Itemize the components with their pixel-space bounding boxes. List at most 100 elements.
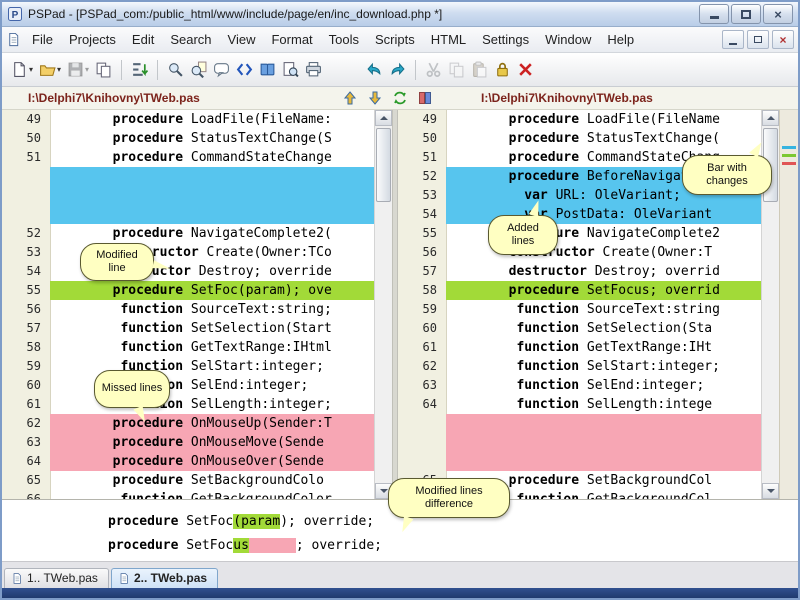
scroll-up-icon[interactable] — [375, 110, 392, 126]
new-file-button[interactable]: ▾ — [9, 58, 35, 82]
previous-difference-button[interactable] — [342, 90, 358, 106]
scroll-down-icon[interactable] — [762, 483, 779, 499]
left-code-area[interactable]: 49 procedure LoadFile(FileName: 50 proced… — [2, 110, 374, 499]
file-tabbar: 1.. TWeb.pas 2.. TWeb.pas — [2, 561, 798, 588]
code-text[interactable]: function GetBackgroundColor — [50, 490, 374, 499]
code-text[interactable]: procedure SetFoc(param); ove — [50, 281, 374, 300]
file-tab-1[interactable]: 1.. TWeb.pas — [4, 568, 109, 588]
menu-item-window[interactable]: Window — [537, 28, 599, 51]
code-text[interactable]: function GetTextRange:IHt — [446, 338, 761, 357]
menu-item-scripts[interactable]: Scripts — [367, 28, 423, 51]
redo-button[interactable] — [387, 58, 408, 82]
code-text[interactable]: function SetSelection(Start — [50, 319, 374, 338]
print-button[interactable] — [303, 58, 324, 82]
code-text[interactable]: procedure CommandStateChange — [50, 148, 374, 167]
left-code-line-55: 55 procedure SetFoc(param); ove — [2, 281, 374, 300]
scroll-up-icon[interactable] — [762, 110, 779, 126]
html-tags-button[interactable] — [234, 58, 255, 82]
code-text[interactable]: procedure SetFocus; overrid — [446, 281, 761, 300]
right-code-line-54: 54 var PostData: OleVariant — [398, 205, 761, 224]
code-text[interactable]: procedure LoadFile(FileName — [446, 110, 761, 129]
minimize-button[interactable] — [699, 4, 729, 24]
code-text[interactable] — [50, 167, 374, 224]
line-number: 60 — [422, 321, 437, 335]
left-file-path: I:\Delphi7\Knihovny\TWeb.pas — [28, 91, 200, 105]
menu-item-edit[interactable]: Edit — [124, 28, 162, 51]
left-scrollbar[interactable] — [374, 110, 392, 499]
menu-item-settings[interactable]: Settings — [474, 28, 537, 51]
code-text[interactable]: function SourceText:string — [446, 300, 761, 319]
maximize-button[interactable] — [731, 4, 761, 24]
menu-item-projects[interactable]: Projects — [61, 28, 124, 51]
right-code-line-59: 59 function SourceText:string — [398, 300, 761, 319]
code-text[interactable]: destructor Destroy; overrid — [446, 262, 761, 281]
lock-button[interactable] — [492, 58, 513, 82]
left-code-line-51: 51 procedure CommandStateChange — [2, 148, 374, 167]
code-text[interactable]: procedure NavigateComplete2( — [50, 224, 374, 243]
cut-button[interactable] — [423, 58, 444, 82]
paste-button[interactable] — [469, 58, 490, 82]
code-text[interactable]: function SelStart:integer; — [446, 357, 761, 376]
change-mark — [782, 146, 796, 149]
menu-item-help[interactable]: Help — [599, 28, 642, 51]
compare-settings-button[interactable] — [417, 90, 433, 106]
menu-item-html[interactable]: HTML — [423, 28, 474, 51]
text-diff-button[interactable] — [211, 58, 232, 82]
mdi-restore-button[interactable] — [747, 30, 769, 49]
menu-item-format[interactable]: Format — [263, 28, 320, 51]
sort-button[interactable] — [129, 58, 150, 82]
next-difference-button[interactable] — [367, 90, 383, 106]
diff-segment: procedure — [108, 514, 179, 529]
close-button[interactable]: × — [763, 4, 793, 24]
dropdown-caret-icon[interactable]: ▾ — [29, 65, 33, 74]
copy-file-button[interactable] — [93, 58, 114, 82]
search-replace-button[interactable] — [188, 58, 209, 82]
titlebar[interactable]: P PSPad - [PSPad_com:/public_html/www/in… — [2, 2, 798, 27]
menu-item-search[interactable]: Search — [162, 28, 219, 51]
code-text[interactable]: function SelLength:intege — [446, 395, 761, 414]
save-file-button[interactable]: ▾ — [65, 58, 91, 82]
mdi-close-button[interactable]: × — [772, 30, 794, 49]
menu-item-tools[interactable]: Tools — [321, 28, 367, 51]
close-icon: × — [774, 6, 782, 22]
menu-item-file[interactable]: File — [24, 28, 61, 51]
menu-item-view[interactable]: View — [220, 28, 264, 51]
callout-text: Modified lines difference — [415, 484, 483, 510]
code-text[interactable]: procedure StatusTextChange(S — [50, 129, 374, 148]
delete-button[interactable] — [515, 58, 536, 82]
save-file-icon — [67, 61, 84, 78]
code-explorer-button[interactable] — [257, 58, 278, 82]
code-text[interactable]: function SetSelection(Sta — [446, 319, 761, 338]
undo-button[interactable] — [364, 58, 385, 82]
preview-button[interactable] — [280, 58, 301, 82]
code-text[interactable]: procedure OnMouseUp(Sender:T — [50, 414, 374, 433]
code-text[interactable]: procedure OnMouseOver(Sende — [50, 452, 374, 471]
diff-segment — [248, 538, 296, 553]
code-text[interactable] — [446, 414, 761, 471]
dropdown-caret-icon[interactable]: ▾ — [57, 65, 61, 74]
code-text[interactable]: function SelEnd:integer; — [446, 376, 761, 395]
paste-icon — [471, 61, 488, 78]
line-number: 56 — [26, 302, 41, 316]
mdi-minimize-button[interactable] — [722, 30, 744, 49]
code-text[interactable]: function SourceText:string; — [50, 300, 374, 319]
open-file-button[interactable]: ▾ — [37, 58, 63, 82]
search-button[interactable] — [165, 58, 186, 82]
code-text[interactable]: procedure StatusTextChange( — [446, 129, 761, 148]
left-code-line-65: 65 procedure SetBackgroundColo — [2, 471, 374, 490]
copy-button[interactable] — [446, 58, 467, 82]
changes-bar[interactable] — [779, 110, 798, 499]
left-scroll-thumb[interactable] — [376, 128, 391, 202]
code-text[interactable]: procedure OnMouseMove(Sende — [50, 433, 374, 452]
file-tab-2[interactable]: 2.. TWeb.pas — [110, 568, 219, 588]
left-scroll-track[interactable] — [375, 126, 392, 483]
dropdown-caret-icon[interactable]: ▾ — [85, 65, 89, 74]
code-text[interactable]: function GetTextRange:IHtml — [50, 338, 374, 357]
diff-segment: SetFoc — [178, 538, 234, 553]
code-text[interactable]: procedure SetBackgroundColo — [50, 471, 374, 490]
callout-text: Modified line — [96, 248, 138, 274]
html-tags-icon — [236, 61, 253, 78]
active-document-icon — [6, 32, 24, 47]
recompare-button[interactable] — [392, 90, 408, 106]
code-text[interactable]: procedure LoadFile(FileName: — [50, 110, 374, 129]
